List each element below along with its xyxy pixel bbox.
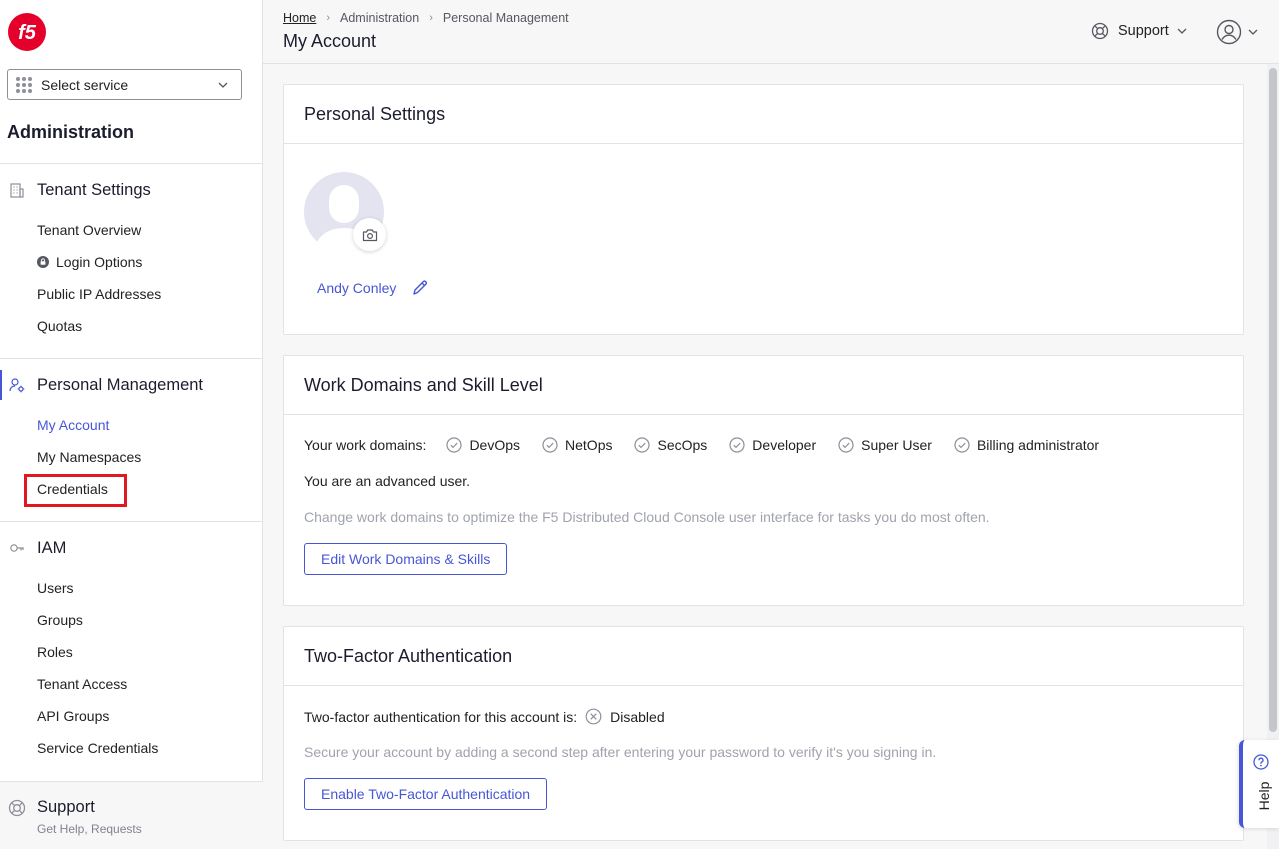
sidebar-item-login-options[interactable]: Login Options [37,254,142,270]
support-title: Support [37,798,95,816]
sidebar-item-quotas[interactable]: Quotas [37,318,82,334]
breadcrumb-home[interactable]: Home [283,11,316,25]
select-service-label: Select service [41,76,129,93]
two-factor-status: Disabled [610,708,665,725]
sidebar: f5 Select service Administration Tenant … [0,0,263,849]
sidebar-item-public-ip-addresses[interactable]: Public IP Addresses [37,286,161,302]
domain-label: Billing administrator [976,437,1100,453]
domain-label: DevOps [469,437,521,453]
lifebuoy-icon [8,799,26,817]
personal-settings-card: Personal Settings Andy Conley [283,84,1244,335]
card-title: Two-Factor Authentication [284,627,1243,686]
enable-two-factor-button[interactable]: Enable Two-Factor Authentication [304,778,548,810]
sidebar-item-api-groups[interactable]: API Groups [37,708,109,724]
sidebar-item-my-namespaces[interactable]: My Namespaces [37,449,141,465]
domain-label: NetOps [565,437,613,453]
user-name-link[interactable]: Andy Conley [317,280,396,296]
scrollbar[interactable] [1267,64,1279,849]
pencil-icon[interactable] [411,279,429,297]
help-label: Help [1256,781,1272,811]
building-icon [9,182,25,198]
user-avatar-icon [1216,19,1242,45]
two-factor-card: Two-Factor Authentication Two-factor aut… [283,626,1244,841]
question-circle-icon [1253,754,1269,770]
user-menu-button[interactable] [1216,19,1258,45]
scrollbar-thumb[interactable] [1269,68,1277,732]
sidebar-item-users[interactable]: Users [37,580,74,596]
chevron-down-icon [1248,29,1258,35]
x-circle-icon [585,708,602,725]
page-header: Home › Administration › Personal Managem… [263,0,1279,64]
sidebar-item-my-account[interactable]: My Account [37,417,109,433]
domain-item: DevOps [446,437,520,453]
divider [0,358,263,359]
check-circle-icon [729,437,745,453]
two-factor-hint: Secure your account by adding a second s… [304,744,937,760]
section-label: Tenant Settings [37,180,151,199]
sidebar-title: Administration [7,122,135,142]
domain-label: Developer [752,437,817,453]
support-subtitle: Get Help, Requests [37,822,142,836]
support-label: Support [1118,23,1169,39]
help-tab[interactable]: Help [1239,740,1279,828]
page-title: My Account [283,31,377,51]
domain-item: Billing administrator [954,437,1099,453]
key-icon [9,540,25,556]
select-service-dropdown[interactable]: Select service [7,69,242,100]
divider [0,521,263,522]
two-factor-label: Two-factor authentication for this accou… [304,708,578,725]
change-photo-button[interactable] [353,218,386,251]
work-domains-hint: Change work domains to optimize the F5 D… [304,509,990,525]
support-menu-button[interactable]: Support [1091,22,1187,40]
breadcrumb: Home › Administration › Personal Managem… [283,11,569,25]
check-circle-icon [446,437,463,453]
section-personal-management[interactable]: Personal Management [0,370,263,400]
work-domains-card: Work Domains and Skill Level Your work d… [283,355,1244,606]
apps-grid-icon [16,76,32,93]
domain-item: NetOps [542,437,612,453]
breadcrumb-administration: Administration [340,11,420,25]
chevron-right-icon: › [429,12,433,24]
check-circle-icon [634,437,651,453]
chevron-right-icon: › [326,12,331,24]
domain-item: Super User [838,437,932,453]
work-domains-row: Your work domains: DevOps NetOps SecOps … [304,437,1121,453]
sidebar-item-roles[interactable]: Roles [37,644,73,660]
section-label: IAM [37,538,67,557]
work-domains-label: Your work domains: [304,437,427,453]
domain-item: Developer [729,437,816,453]
sidebar-item-credentials[interactable]: Credentials [37,481,108,497]
section-iam[interactable]: IAM [0,533,263,563]
divider [0,163,263,164]
card-title: Work Domains and Skill Level [284,356,1243,415]
check-circle-icon [838,437,854,453]
card-title: Personal Settings [284,85,1243,144]
edit-work-domains-button[interactable]: Edit Work Domains & Skills [304,543,508,575]
two-factor-status-row: Two-factor authentication for this accou… [304,708,665,725]
section-label: Personal Management [37,375,204,394]
sidebar-item-tenant-access[interactable]: Tenant Access [37,676,127,692]
breadcrumb-personal-management: Personal Management [442,11,569,25]
chevron-down-icon [213,75,233,95]
sidebar-item-groups[interactable]: Groups [37,612,83,628]
domain-item: SecOps [634,437,707,453]
chevron-down-icon [1177,28,1187,34]
check-circle-icon [954,437,970,453]
skill-level-text: You are an advanced user. [304,473,471,489]
user-settings-icon [9,377,25,393]
section-tenant-settings[interactable]: Tenant Settings [0,175,263,205]
sidebar-item-tenant-overview[interactable]: Tenant Overview [37,222,141,238]
check-circle-icon [542,437,558,453]
svg-text:f5: f5 [18,22,37,44]
domain-label: SecOps [657,437,708,453]
sidebar-item-service-credentials[interactable]: Service Credentials [37,740,158,756]
domain-label: Super User [861,437,932,453]
lifebuoy-icon [1091,22,1109,40]
sidebar-support[interactable]: Support Get Help, Requests [0,781,263,849]
sidebar-item-label: Login Options [56,254,143,270]
camera-icon [362,228,377,241]
lock-icon [37,256,49,268]
f5-logo[interactable]: f5 [7,12,47,52]
